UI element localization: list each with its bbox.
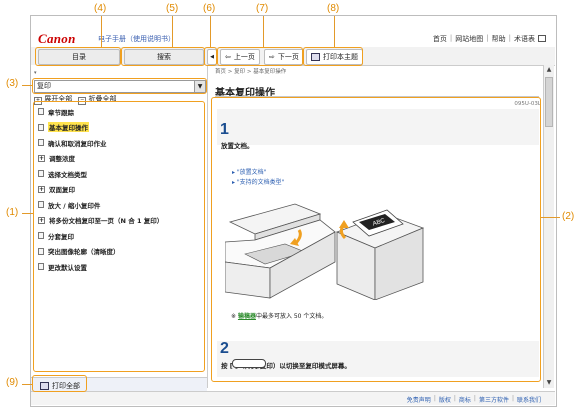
callout-7: (7) (256, 3, 269, 14)
window-icon (538, 35, 546, 42)
link-glossary[interactable]: 术语表 (514, 34, 535, 44)
leader-6 (210, 16, 211, 47)
callout-1: (1) (6, 207, 19, 218)
footer: 免责声明 | 版权 | 商标 | 第三方软件 | 联系我们 (31, 391, 555, 405)
scroll-thumb[interactable] (545, 77, 553, 127)
footer-trademarks[interactable]: 商标 (459, 395, 471, 404)
footer-links: 免责声明 | 版权 | 商标 | 第三方软件 | 联系我们 (406, 395, 541, 404)
annotation-box-4 (35, 47, 121, 66)
leader-8 (334, 16, 335, 47)
annotation-box-6 (204, 47, 217, 66)
link-home[interactable]: 首页 (433, 34, 447, 44)
annotation-box-3 (32, 78, 207, 94)
content-scrollbar[interactable]: ▲ ▼ (543, 65, 554, 388)
leader-9 (22, 384, 32, 385)
callout-8: (8) (327, 3, 340, 14)
footer-contact[interactable]: 联系我们 (517, 395, 541, 404)
callout-3: (3) (6, 78, 19, 89)
annotation-box-8 (303, 47, 363, 66)
footer-third-party[interactable]: 第三方软件 (479, 395, 509, 404)
leader-5 (172, 16, 173, 47)
annotation-box-9 (32, 375, 87, 392)
leader-7 (263, 16, 264, 47)
top-links: 首页 | 网站地图 | 帮助 | 术语表 (433, 34, 546, 44)
leader-1 (22, 213, 33, 214)
link-sitemap[interactable]: 网站地图 (455, 34, 483, 44)
leader-4 (101, 16, 102, 47)
scroll-down-icon[interactable]: ▼ (544, 378, 554, 388)
callout-6: (6) (203, 3, 216, 14)
annotation-box-1 (33, 101, 205, 372)
annotation-box-7 (217, 47, 303, 66)
callout-5: (5) (166, 3, 179, 14)
annotation-box-5 (121, 47, 205, 66)
leader-3 (22, 85, 32, 86)
link-help[interactable]: 帮助 (492, 34, 506, 44)
canon-logo: Canon (38, 31, 76, 46)
footer-copyright[interactable]: 版权 (439, 395, 451, 404)
callout-4: (4) (94, 3, 107, 14)
sidebar-small-icon: ▾ (34, 70, 37, 76)
breadcrumb[interactable]: 首页 > 复印 > 基本复印操作 (215, 67, 286, 75)
callout-9: (9) (6, 377, 19, 388)
annotation-box-2 (211, 97, 541, 382)
app-title: 电子手册（使用说明书） (98, 35, 175, 43)
footer-disclaimer[interactable]: 免责声明 (407, 395, 431, 404)
leader-2 (541, 217, 560, 218)
scroll-up-icon[interactable]: ▲ (544, 65, 554, 75)
callout-2: (2) (562, 211, 575, 222)
